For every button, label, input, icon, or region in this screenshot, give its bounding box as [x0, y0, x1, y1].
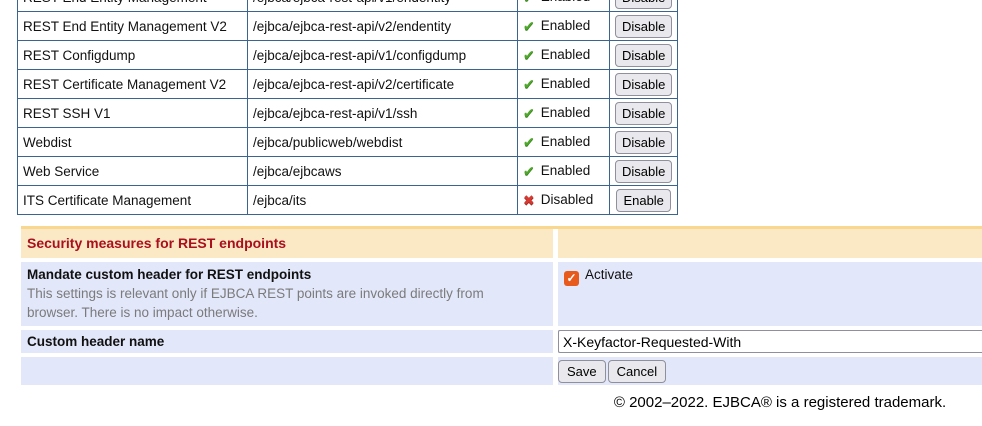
checkmark-icon: ✓	[566, 271, 576, 285]
protocol-name: REST End Entity Management V2	[18, 12, 248, 41]
protocol-name: REST SSH V1	[18, 99, 248, 128]
protocol-action-cell: Disable	[610, 157, 678, 186]
protocol-status: ✖ Disabled	[518, 186, 610, 215]
check-icon: ✔	[523, 163, 535, 179]
protocol-row: REST SSH V1/ejbca/ejbca-rest-api/v1/ssh✔…	[18, 99, 678, 128]
protocol-name: Webdist	[18, 128, 248, 157]
disable-button[interactable]: Disable	[615, 102, 672, 125]
protocol-row: REST End Entity Management V2/ejbca/ejbc…	[18, 12, 678, 41]
activate-checkbox-label: Activate	[585, 267, 633, 282]
protocol-row: REST End Entity Management/ejbca/ejbca-r…	[18, 0, 678, 12]
custom-header-name-label: Custom header name	[21, 330, 553, 353]
disable-button[interactable]: Disable	[615, 44, 672, 67]
copyright-footer: © 2002–2022. EJBCA® is a registered trad…	[0, 394, 982, 411]
protocol-name: REST End Entity Management	[18, 0, 248, 12]
cross-icon: ✖	[523, 192, 535, 208]
protocol-url: /ejbca/ejbca-rest-api/v1/ssh	[248, 99, 518, 128]
protocol-status: ✔ Enabled	[518, 157, 610, 186]
custom-header-name-cell	[558, 330, 982, 353]
protocol-url: /ejbca/ejbcaws	[248, 157, 518, 186]
mandate-custom-header-label: Mandate custom header for REST endpoints	[27, 266, 547, 284]
check-icon: ✔	[523, 134, 535, 150]
check-icon: ✔	[523, 105, 535, 121]
protocol-status-text: Enabled	[541, 134, 591, 149]
protocol-url: /ejbca/publicweb/webdist	[248, 128, 518, 157]
protocol-action-cell: Disable	[610, 99, 678, 128]
protocol-action-cell: Disable	[610, 0, 678, 12]
protocol-url: /ejbca/ejbca-rest-api/v2/certificate	[248, 70, 518, 99]
protocol-row: ITS Certificate Management/ejbca/its ✖ Dis…	[18, 186, 678, 215]
protocol-status: ✔ Enabled	[518, 0, 610, 12]
protocols-table: REST End Entity Management/ejbca/ejbca-r…	[17, 0, 678, 215]
protocol-url: /ejbca/ejbca-rest-api/v1/configdump	[248, 41, 518, 70]
protocol-status-text: Enabled	[541, 105, 591, 120]
protocol-status-text: Disabled	[541, 192, 594, 207]
protocol-url: /ejbca/ejbca-rest-api/v2/endentity	[248, 12, 518, 41]
protocol-status: ✔ Enabled	[518, 41, 610, 70]
protocol-name: ITS Certificate Management	[18, 186, 248, 215]
protocol-status-text: Enabled	[541, 0, 591, 4]
protocol-status-text: Enabled	[541, 163, 591, 178]
buttons-row-spacer	[21, 357, 553, 385]
custom-header-name-input[interactable]	[558, 330, 982, 353]
protocol-url: /ejbca/ejbca-rest-api/v1/endentity	[248, 0, 518, 12]
buttons-row: SaveCancel	[558, 357, 982, 385]
disable-button[interactable]: Disable	[615, 73, 672, 96]
protocol-status: ✔ Enabled	[518, 99, 610, 128]
protocol-action-cell: Disable	[610, 12, 678, 41]
mandate-custom-header-description: This settings is relevant only if EJBCA …	[27, 284, 532, 322]
protocol-action-cell: Disable	[610, 70, 678, 99]
check-icon: ✔	[523, 18, 535, 34]
disable-button[interactable]: Disable	[615, 131, 672, 154]
security-section-header-spacer	[558, 229, 982, 258]
protocol-url: /ejbca/its	[248, 186, 518, 215]
mandate-custom-header-value-cell: ✓ Activate	[558, 262, 982, 326]
protocol-row: REST Configdump/ejbca/ejbca-rest-api/v1/…	[18, 41, 678, 70]
enable-button[interactable]: Enable	[616, 189, 670, 212]
protocol-row: REST Certificate Management V2/ejbca/ejb…	[18, 70, 678, 99]
protocol-row: Webdist/ejbca/publicweb/webdist ✔ Enabled D…	[18, 128, 678, 157]
activate-checkbox[interactable]: ✓	[564, 271, 579, 286]
protocol-status-text: Enabled	[541, 47, 591, 62]
protocol-status-text: Enabled	[541, 18, 591, 33]
security-section: Security measures for REST endpoints Man…	[21, 226, 982, 385]
security-section-title: Security measures for REST endpoints	[21, 229, 553, 258]
protocol-status: ✔ Enabled	[518, 12, 610, 41]
check-icon: ✔	[523, 47, 535, 63]
disable-button[interactable]: Disable	[615, 160, 672, 183]
protocol-action-cell: Enable	[610, 186, 678, 215]
mandate-custom-header-label-cell: Mandate custom header for REST endpoints…	[21, 262, 553, 326]
check-icon: ✔	[523, 76, 535, 92]
save-button[interactable]: Save	[558, 360, 606, 383]
protocol-status-text: Enabled	[541, 76, 591, 91]
protocol-row: Web Service/ejbca/ejbcaws ✔ Enabled Disable	[18, 157, 678, 186]
protocol-name: REST Configdump	[18, 41, 248, 70]
cancel-button[interactable]: Cancel	[608, 360, 666, 383]
protocol-name: REST Certificate Management V2	[18, 70, 248, 99]
disable-button[interactable]: Disable	[615, 15, 672, 38]
protocol-status: ✔ Enabled	[518, 128, 610, 157]
protocol-action-cell: Disable	[610, 41, 678, 70]
check-icon: ✔	[523, 0, 535, 5]
protocol-name: Web Service	[18, 157, 248, 186]
protocol-status: ✔ Enabled	[518, 70, 610, 99]
disable-button[interactable]: Disable	[615, 0, 672, 9]
protocol-action-cell: Disable	[610, 128, 678, 157]
